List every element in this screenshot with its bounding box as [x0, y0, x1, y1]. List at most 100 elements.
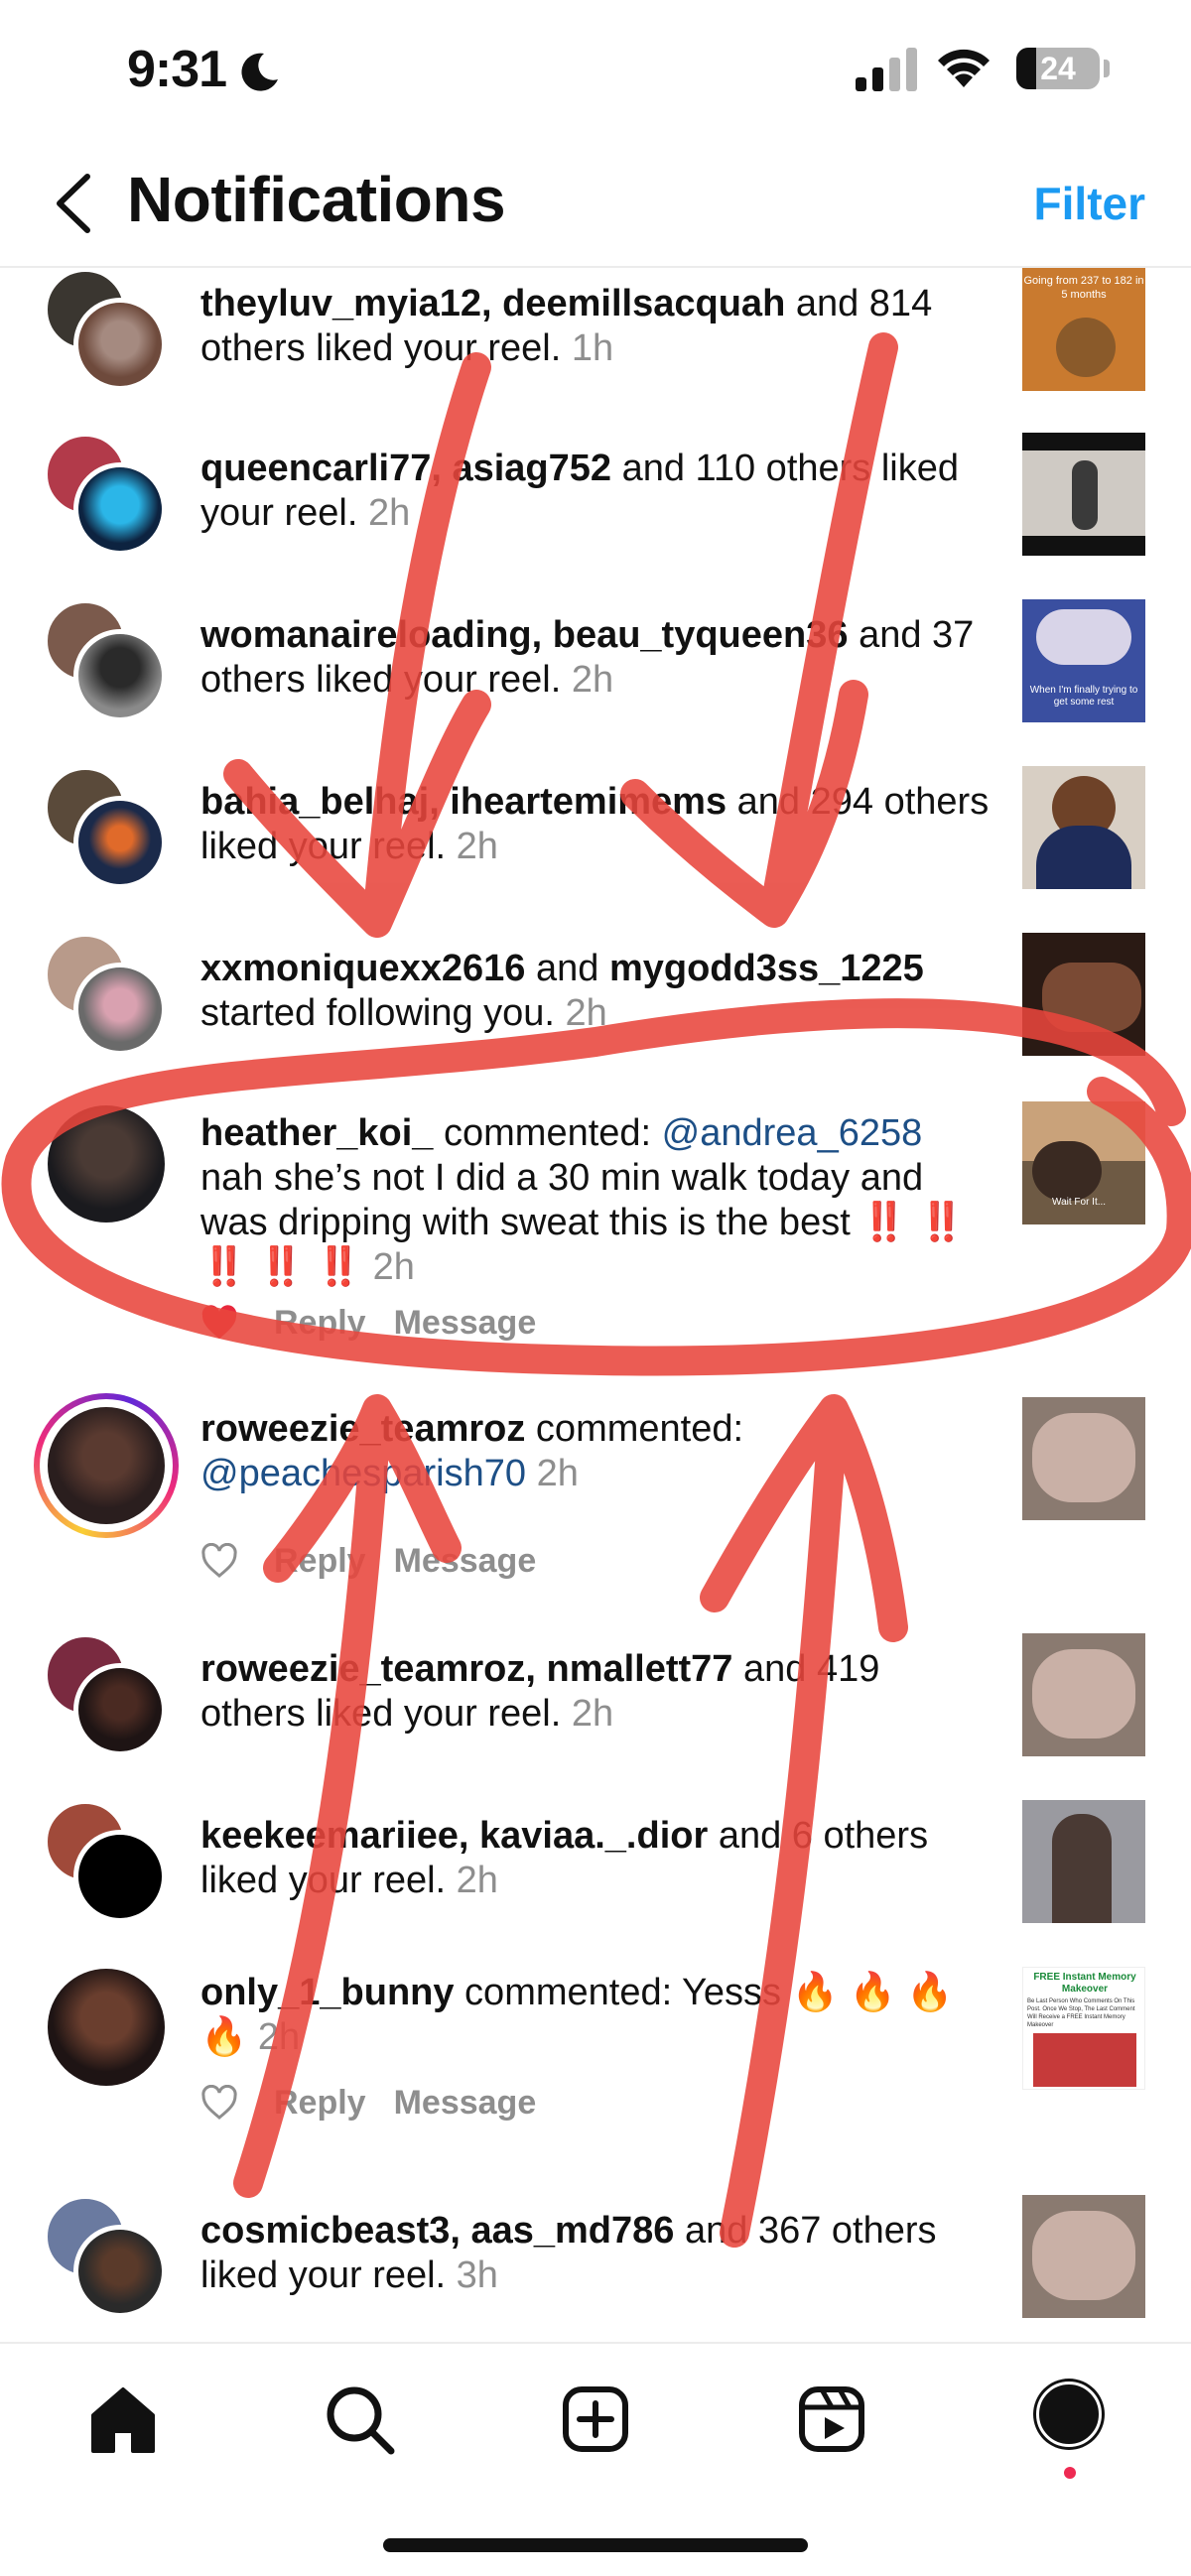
notification-time: 2h	[565, 992, 607, 1034]
avatar-stack[interactable]	[44, 933, 173, 1062]
notification-time: 1h	[571, 327, 614, 369]
notification-users[interactable]: heather_koi_	[200, 1112, 433, 1154]
notification-item[interactable]: heather_koi_ commented: @andrea_6258 nah…	[0, 1099, 1191, 1359]
notification-users[interactable]: theyluv_myia12, deemillsacquah	[200, 283, 785, 324]
tab-search[interactable]	[320, 2380, 399, 2459]
reel-thumbnail[interactable]: Going from 237 to 182 in 5 months	[1022, 268, 1145, 391]
battery-indicator: 24	[1016, 48, 1100, 89]
notification-users[interactable]: xxmoniquexx2616	[200, 948, 525, 989]
notification-item[interactable]: bahia_belhaj, iheartemimems and 294 othe…	[0, 766, 1191, 925]
notification-text: womanaireloading, beau_tyqueen36 and 37 …	[200, 614, 975, 701]
reel-thumbnail[interactable]: When I'm finally trying to get some rest	[1022, 599, 1145, 722]
notification-item[interactable]: xxmoniquexx2616 and mygodd3ss_1225 start…	[0, 933, 1191, 1092]
notification-users[interactable]: cosmicbeast3, aas_md786	[200, 2210, 674, 2252]
reel-thumbnail[interactable]: Wait For It...	[1022, 1101, 1145, 1224]
avatar	[73, 2225, 167, 2318]
notification-list: theyluv_myia12, deemillsacquah and 814 o…	[0, 268, 1191, 2342]
notification-item[interactable]: queencarli77, asiag752 and 110 others li…	[0, 433, 1191, 591]
notification-time: 2h	[571, 659, 614, 701]
comment-actions: Reply Message	[200, 2078, 564, 2127]
notification-time: 2h	[257, 2016, 301, 2058]
thumbnail-caption: Wait For It...	[1052, 1197, 1107, 1208]
notification-users[interactable]: womanaireloading, beau_tyqueen36	[200, 614, 849, 656]
status-time: 9:31	[127, 41, 227, 98]
create-icon	[563, 2386, 628, 2452]
avatar-stack[interactable]	[44, 1800, 173, 1929]
mention-link[interactable]: @peachesparish70	[200, 1453, 526, 1494]
notification-item[interactable]: keekeemariiee, kaviaa._.dior and 6 other…	[0, 1800, 1191, 1959]
avatar[interactable]	[48, 1105, 165, 1223]
avatar-stack[interactable]	[44, 268, 173, 397]
header: Notifications Filter	[0, 139, 1191, 268]
tab-home[interactable]	[83, 2380, 163, 2459]
avatar-stack[interactable]	[44, 766, 173, 895]
notification-text: keekeemariiee, kaviaa._.dior and 6 other…	[200, 1815, 929, 1901]
home-icon	[91, 2387, 155, 2453]
reply-button[interactable]: Reply	[274, 1542, 366, 1581]
notification-time: 2h	[536, 1453, 579, 1494]
thumbnail-title: FREE Instant Memory Makeover	[1033, 1972, 1136, 1995]
filter-button[interactable]: Filter	[1034, 177, 1145, 230]
wifi-icon	[938, 49, 990, 87]
message-button[interactable]: Message	[394, 1304, 537, 1343]
avatar	[73, 1830, 167, 1923]
profile-icon[interactable]	[1036, 2382, 1102, 2447]
reel-thumbnail[interactable]	[1022, 433, 1145, 556]
reply-button[interactable]: Reply	[274, 1304, 366, 1343]
tab-create[interactable]	[556, 2380, 635, 2459]
reply-button[interactable]: Reply	[274, 2084, 366, 2123]
page-title: Notifications	[127, 164, 506, 235]
reel-thumbnail[interactable]	[1022, 1633, 1145, 1756]
notification-item[interactable]: womanaireloading, beau_tyqueen36 and 37 …	[0, 599, 1191, 758]
notification-text: roweezie_teamroz, nmallett77 and 419 oth…	[200, 1648, 880, 1735]
notification-users[interactable]: mygodd3ss_1225	[609, 948, 924, 989]
story-ring[interactable]	[34, 1393, 179, 1538]
heart-filled-icon[interactable]	[200, 1305, 238, 1341]
notification-text: bahia_belhaj, iheartemimems and 294 othe…	[200, 781, 990, 867]
notification-item[interactable]: only_1_bunny commented: Yesss 🔥 🔥 🔥 🔥 2h…	[0, 1967, 1191, 2175]
notification-time: 2h	[571, 1693, 614, 1735]
message-button[interactable]: Message	[394, 1542, 537, 1581]
avatar-stack[interactable]	[44, 1633, 173, 1762]
avatar-stack[interactable]	[44, 2195, 173, 2324]
notification-users[interactable]: bahia_belhaj, iheartemimems	[200, 781, 727, 823]
notification-time: 2h	[367, 492, 411, 534]
notification-time: 2h	[456, 826, 498, 867]
avatar	[73, 1663, 167, 1756]
back-arrow-icon[interactable]	[52, 171, 95, 236]
thumbnail-caption: Going from 237 to 182 in 5 months	[1023, 275, 1144, 301]
tab-bar	[0, 2342, 1191, 2576]
search-icon	[327, 2386, 395, 2455]
reel-thumbnail[interactable]	[1022, 933, 1145, 1056]
reel-thumbnail[interactable]: FREE Instant Memory Makeover Be Last Per…	[1022, 1967, 1145, 2090]
thumbnail-body: Be Last Person Who Comments On This Post…	[1027, 1998, 1135, 2028]
comment-actions: Reply Message	[200, 1298, 564, 1348]
message-button[interactable]: Message	[394, 2084, 537, 2123]
avatar-stack[interactable]	[44, 433, 173, 562]
reel-thumbnail[interactable]	[1022, 766, 1145, 889]
reel-thumbnail[interactable]	[1022, 1397, 1145, 1520]
avatar	[73, 462, 167, 556]
notification-item[interactable]: cosmicbeast3, aas_md786 and 367 others l…	[0, 2195, 1191, 2342]
avatar	[73, 629, 167, 722]
heart-outline-icon[interactable]	[200, 2085, 238, 2121]
mention-link[interactable]: @andrea_6258	[662, 1112, 923, 1154]
tab-reels[interactable]	[792, 2380, 871, 2459]
notification-users[interactable]: roweezie_teamroz, nmallett77	[200, 1648, 732, 1690]
notification-users[interactable]: roweezie_teamroz	[200, 1408, 525, 1450]
notification-dot	[1064, 2467, 1076, 2479]
avatar[interactable]	[48, 1969, 165, 2086]
notification-text: xxmoniquexx2616 and mygodd3ss_1225 start…	[200, 948, 924, 1034]
heart-outline-icon[interactable]	[200, 1543, 238, 1579]
avatar	[73, 298, 167, 391]
reel-thumbnail[interactable]	[1022, 1800, 1145, 1923]
notification-text: heather_koi_ commented: @andrea_6258 nah…	[200, 1112, 966, 1288]
notification-users[interactable]: queencarli77, asiag752	[200, 448, 611, 489]
reel-thumbnail[interactable]	[1022, 2195, 1145, 2318]
notification-item[interactable]: roweezie_teamroz, nmallett77 and 419 oth…	[0, 1633, 1191, 1792]
notification-item[interactable]: theyluv_myia12, deemillsacquah and 814 o…	[0, 268, 1191, 427]
notification-users[interactable]: only_1_bunny	[200, 1972, 455, 2013]
notification-users[interactable]: keekeemariiee, kaviaa._.dior	[200, 1815, 708, 1857]
avatar-stack[interactable]	[44, 599, 173, 728]
notification-item[interactable]: roweezie_teamroz commented: @peachespari…	[0, 1393, 1191, 1604]
